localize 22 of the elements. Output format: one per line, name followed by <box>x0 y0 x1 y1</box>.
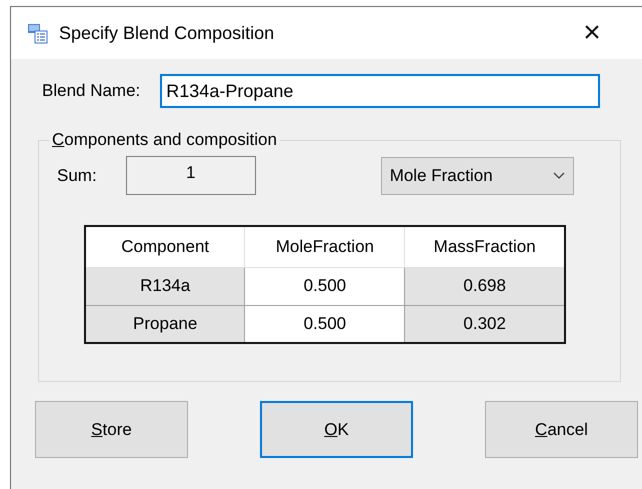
dialog-button[interactable]: Store <box>35 401 188 458</box>
close-button[interactable]: × <box>580 21 604 45</box>
column-header: Component <box>85 226 245 267</box>
table-cell: Propane <box>85 305 245 343</box>
sum-label: Sum: <box>57 166 97 186</box>
sum-field: 1 <box>126 156 256 195</box>
blend-name-field[interactable]: R134a-Propane <box>160 74 600 108</box>
table-cell[interactable]: 0.500 <box>244 305 405 343</box>
group-title: Components and composition <box>51 130 278 150</box>
column-header: MassFraction <box>404 226 565 267</box>
table-cell: 0.302 <box>404 305 565 343</box>
app-icon <box>27 22 49 44</box>
chevron-icon <box>552 172 565 180</box>
table-cell: 0.698 <box>404 267 565 305</box>
blend-name-label: Blend Name: <box>42 81 140 101</box>
window-title: Specify Blend Composition <box>59 22 276 44</box>
dialog-button[interactable]: OK <box>260 401 413 458</box>
table-cell[interactable]: 0.500 <box>244 267 405 305</box>
basis-dropdown[interactable]: Mole Fraction <box>380 156 574 194</box>
column-header: MoleFraction <box>244 226 405 267</box>
dialog-button[interactable]: Cancel <box>485 401 638 458</box>
table-cell: R134a <box>85 267 245 305</box>
